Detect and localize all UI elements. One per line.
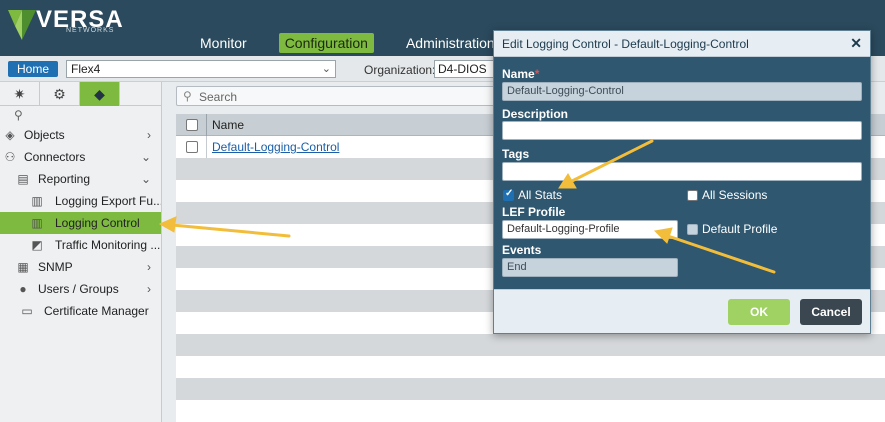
sidebar-item-label: Logging Export Fu... [55, 194, 161, 208]
sidebar-item-objects[interactable]: ◈ Objects › [0, 124, 161, 146]
user-icon: ● [19, 282, 27, 296]
connectors-icon: ⚇ [4, 150, 16, 164]
cube-icon: ◈ [5, 128, 15, 142]
all-stats-label: All Stats [518, 188, 563, 202]
chevron-right-icon: › [147, 128, 151, 142]
versa-logo [6, 4, 38, 44]
name-label: Name* [502, 67, 539, 81]
main-nav: Monitor Configuration Administration [194, 33, 527, 53]
appliance-value: Flex4 [71, 62, 101, 76]
ok-button[interactable]: OK [728, 299, 790, 325]
name-label-text: Name [502, 67, 535, 81]
sidebar: ✷ ⚙ ◆ ⚲ ◈ Objects › ⚇ Connectors ⌄ ▤ Rep… [0, 82, 162, 422]
versa-logo-mark-icon [8, 10, 36, 40]
description-label: Description [502, 107, 569, 121]
events-field[interactable]: End [502, 258, 678, 277]
edit-logging-control-dialog: Edit Logging Control - Default-Logging-C… [493, 30, 871, 334]
cancel-button[interactable]: Cancel [800, 299, 862, 325]
brand-sub: NETWORKS [66, 27, 115, 34]
nav-administration[interactable]: Administration [400, 33, 501, 53]
sidebar-tabs: ✷ ⚙ ◆ [0, 82, 161, 106]
description-field[interactable] [502, 121, 862, 140]
network-icon[interactable]: ✷ [0, 82, 40, 106]
name-field[interactable]: Default-Logging-Control [502, 82, 862, 101]
table-row-empty [176, 356, 885, 378]
sidebar-item-label: Objects [24, 128, 65, 142]
monitor-icon: ◩ [31, 238, 43, 252]
tags-label: Tags [502, 147, 530, 161]
chevron-down-icon: ⌄ [662, 224, 671, 235]
row-checkbox[interactable] [186, 141, 198, 153]
sidebar-item-label: SNMP [38, 260, 73, 274]
sidebar-item-users-groups[interactable]: ● Users / Groups › [0, 278, 161, 300]
chevron-right-icon: › [147, 260, 151, 274]
dialog-footer: OK Cancel [494, 289, 870, 333]
all-sessions-label: All Sessions [702, 188, 768, 202]
sidebar-item-connectors[interactable]: ⚇ Connectors ⌄ [0, 146, 161, 168]
sidebar-item-logging-export[interactable]: ▥ Logging Export Fu... [0, 190, 161, 212]
sidebar-item-snmp[interactable]: ▦ SNMP › [0, 256, 161, 278]
all-stats-checkbox[interactable] [503, 188, 514, 201]
sidebar-item-label: Traffic Monitoring ... [55, 238, 161, 252]
default-profile-checkbox[interactable] [687, 224, 698, 235]
lef-profile-select[interactable]: Default-Logging-Profile ⌄ [502, 220, 678, 239]
dialog-title: Edit Logging Control - Default-Logging-C… [502, 37, 749, 51]
column-divider [206, 136, 207, 158]
lef-profile-value: Default-Logging-Profile [507, 223, 620, 235]
nav-configuration[interactable]: Configuration [278, 33, 374, 53]
search-icon: ⚲ [183, 89, 192, 103]
table-row-empty [176, 400, 885, 422]
search-placeholder: Search [199, 90, 238, 104]
snmp-icon: ▦ [17, 260, 29, 274]
organization-label: Organization: [364, 63, 436, 77]
sidebar-item-label: Reporting [38, 172, 91, 186]
search-input[interactable]: ⚲ Search [176, 86, 506, 106]
chevron-down-icon: ⌄ [321, 63, 331, 75]
select-all-checkbox[interactable] [186, 119, 198, 131]
chevron-down-icon: ⌄ [140, 172, 151, 186]
cube-icon[interactable]: ◆ [80, 82, 120, 106]
table-row-empty [176, 378, 885, 400]
dialog-header: Edit Logging Control - Default-Logging-C… [494, 31, 870, 57]
required-marker: * [534, 67, 540, 81]
lef-profile-label: LEF Profile [502, 205, 566, 219]
sidebar-item-label: Users / Groups [38, 282, 119, 296]
events-label: Events [502, 243, 542, 257]
sidebar-item-logging-control[interactable]: ▥ Logging Control [0, 212, 161, 234]
gear-icon[interactable]: ⚙ [40, 82, 80, 106]
sidebar-item-traffic-monitoring[interactable]: ◩ Traffic Monitoring ... [0, 234, 161, 256]
certificate-icon: ▭ [21, 304, 33, 318]
row-name-link[interactable]: Default-Logging-Control [212, 140, 339, 154]
all-sessions-checkbox[interactable] [687, 190, 698, 201]
table-row-empty [176, 334, 885, 356]
close-icon[interactable]: ✕ [850, 35, 862, 52]
log-control-icon: ▥ [31, 216, 43, 230]
tags-field[interactable] [502, 162, 862, 181]
tree-root-icon[interactable]: ⚲ [0, 106, 161, 124]
chevron-down-icon: ⌄ [140, 150, 151, 164]
export-icon: ▥ [31, 194, 43, 208]
default-profile-label: Default Profile [702, 222, 778, 236]
column-divider [206, 114, 207, 136]
sidebar-item-label: Certificate Manager [44, 304, 149, 318]
home-button[interactable]: Home [8, 61, 58, 77]
appliance-select[interactable]: Flex4 ⌄ [66, 60, 336, 78]
column-header-name[interactable]: Name [212, 118, 244, 132]
chevron-right-icon: › [147, 282, 151, 296]
nav-monitor[interactable]: Monitor [194, 33, 253, 53]
sidebar-item-reporting[interactable]: ▤ Reporting ⌄ [0, 168, 161, 190]
chart-icon: ▤ [17, 172, 29, 186]
sidebar-item-label: Logging Control [55, 216, 140, 230]
sidebar-item-certificate-manager[interactable]: ▭ Certificate Manager [0, 300, 161, 322]
sidebar-item-label: Connectors [24, 150, 86, 164]
